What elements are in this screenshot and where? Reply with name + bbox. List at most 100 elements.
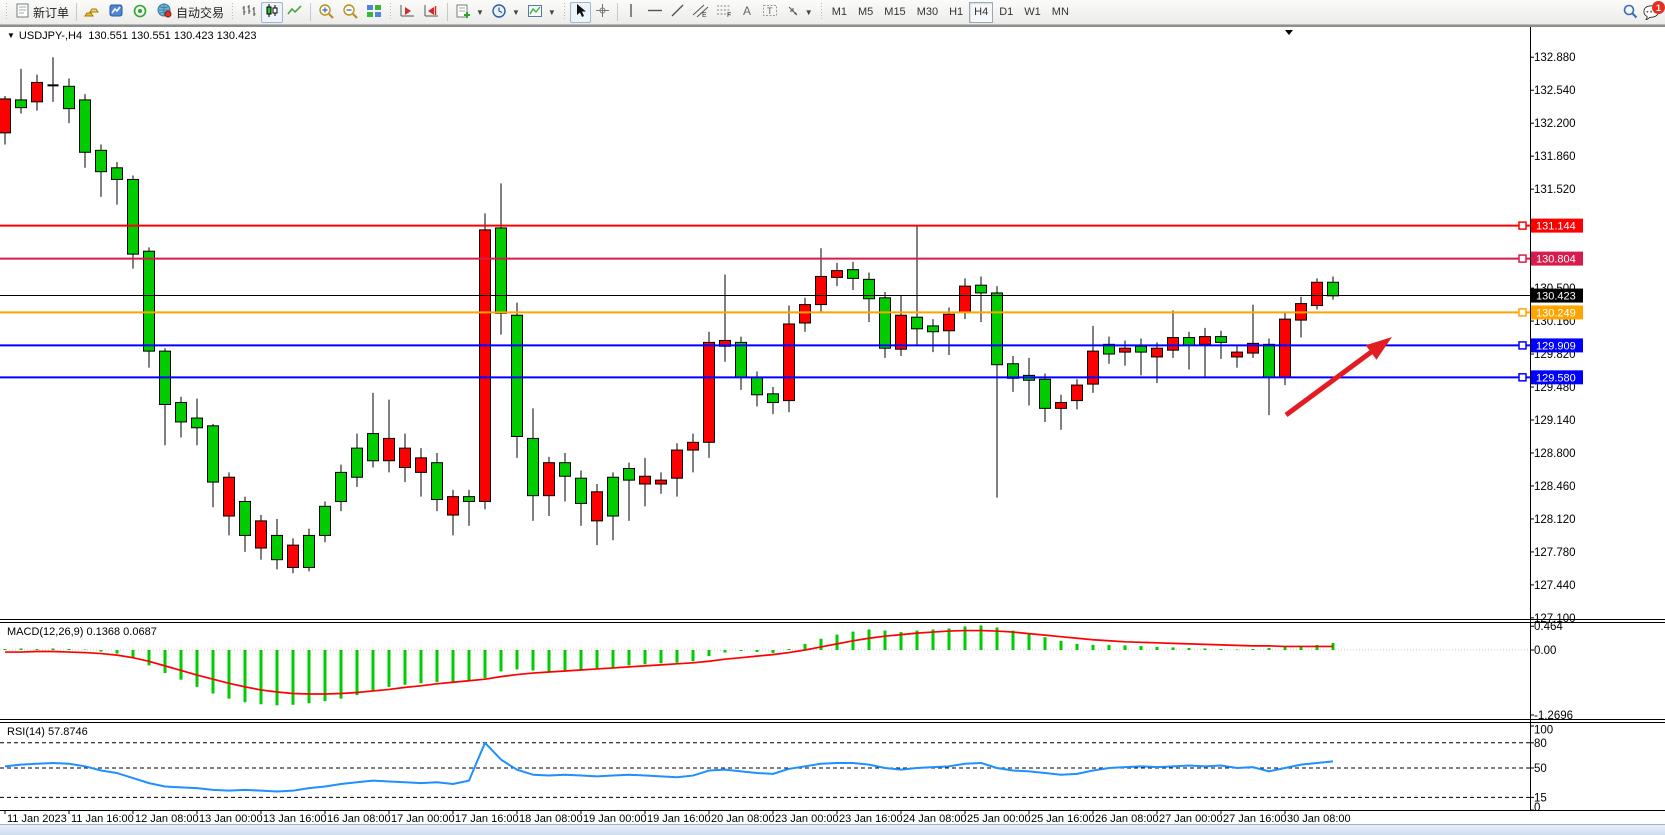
bear-candle [1168,338,1179,351]
trendline-button[interactable] [667,2,688,23]
bull-candle [112,168,123,180]
bear-candle [896,315,907,349]
bull-candle [240,501,251,535]
bull-candle [192,418,203,428]
bear-candle [1152,348,1163,357]
vertical-line-button[interactable] [622,2,643,23]
bear-candle [400,448,411,467]
bear-candle [656,480,667,484]
crosshair-button[interactable] [592,2,613,23]
timeframe-bar: M1M5M15M30H1H4D1W1MN [827,2,1074,23]
notifications-button[interactable]: 💬 1 [1643,2,1663,22]
level-price-badge-text: 131.144 [1536,221,1576,233]
bar-chart-type-button[interactable] [238,2,260,23]
horizontal-line-button[interactable] [644,2,666,23]
timeframe-button-D1[interactable]: D1 [994,2,1018,23]
bull-candle [560,463,571,477]
cursor-button[interactable] [570,2,591,23]
axis-label: 0.00 [1534,645,1556,657]
status-strip [0,824,1665,835]
bull-candle [976,285,987,293]
signal-icon [132,3,149,21]
line-chart-type-button[interactable] [284,2,306,23]
toolbar-drag-handle[interactable] [4,3,9,21]
period-button[interactable]: ▼ [488,2,523,23]
bull-candle [320,506,331,535]
bear-candle [1072,385,1083,401]
toolbar-drag-handle[interactable] [388,3,393,21]
bull-candle [880,298,891,348]
timeframe-button-M30[interactable]: M30 [912,2,943,23]
svg-text:T: T [767,6,773,16]
bear-candle [448,497,459,515]
candlestick-type-button[interactable] [261,2,283,23]
bull-candle [608,477,619,516]
bear-candle [416,458,427,473]
toolbar-separator [310,3,311,21]
bear-candle [960,286,971,312]
svg-text:E: E [702,12,707,18]
gold-bars-icon [84,3,101,21]
bull-candle [752,377,763,394]
bull-candle [496,228,507,313]
toolbar-drag-handle[interactable] [819,3,824,21]
line-chart-icon [287,3,303,21]
bear-candle [544,463,555,496]
toolbar-drag-handle[interactable] [562,3,567,21]
chevron-down-icon: ▼ [805,8,813,17]
auto-scroll-button[interactable] [396,2,419,23]
timeframe-button-H1[interactable]: H1 [944,2,968,23]
axis-label: 128.120 [1534,514,1576,526]
market-watch-button[interactable] [81,2,104,23]
equidistant-channel-button[interactable]: E [689,2,712,23]
toolbar-drag-handle[interactable] [230,3,235,21]
new-chart-button[interactable]: ▼ [452,2,487,23]
chevron-down-icon: ▼ [512,8,520,17]
arrows-button[interactable]: ▼ [782,2,816,23]
timeframe-button-M5[interactable]: M5 [853,2,878,23]
bear-candle [0,99,11,133]
timeframe-button-W1[interactable]: W1 [1019,2,1046,23]
blue-chart-icon [108,3,125,21]
search-button[interactable] [1619,2,1642,23]
chart-frame [0,26,1665,825]
bull-candle [848,270,859,279]
tile-windows-button[interactable] [363,2,385,23]
candlestick-icon [264,3,280,21]
bear-candle [1232,352,1243,357]
template-button[interactable]: ▼ [524,2,559,23]
new-order-icon [15,3,30,21]
fibonacci-button[interactable]: F [713,2,736,23]
bull-candle [1216,337,1227,343]
bull-candle [352,448,363,477]
auto-trade-button[interactable]: 自动交易 [153,2,227,23]
zoom-out-icon [342,3,359,22]
bull-candle [176,403,187,422]
timeframe-button-MN[interactable]: MN [1047,2,1074,23]
bull-candle [1008,364,1019,379]
signals-button[interactable] [129,2,152,23]
vertical-line-icon [625,3,637,21]
crosshair-icon [595,3,610,21]
axis-label: 100 [1534,725,1553,737]
auto-trade-label: 自动交易 [176,4,224,21]
bull-candle [368,434,379,461]
axis-label: -1.2696 [1534,710,1573,722]
timeframe-button-H4[interactable]: H4 [969,2,993,23]
data-window-button[interactable] [105,2,128,23]
timeframe-button-M1[interactable]: M1 [827,2,852,23]
chart-shift-button[interactable] [420,2,443,23]
new-order-button[interactable]: 新订单 [12,2,72,23]
bull-candle [624,469,635,481]
bull-candle [16,100,27,108]
zoom-in-button[interactable] [315,2,338,23]
macd-indicator-label: MACD(12,26,9) 0.1368 0.0687 [7,626,157,638]
zoom-out-button[interactable] [339,2,362,23]
timeframe-button-M15[interactable]: M15 [879,2,910,23]
text-label-button[interactable]: T [759,2,781,23]
axis-label: 128.800 [1534,448,1576,460]
chart-canvas[interactable]: 132.880132.540132.200131.860131.520130.5… [0,26,1665,825]
fibonacci-icon: F [716,3,733,21]
chart-menu-triangle-icon[interactable]: ▼ [7,31,15,40]
text-button[interactable]: A [737,2,758,23]
